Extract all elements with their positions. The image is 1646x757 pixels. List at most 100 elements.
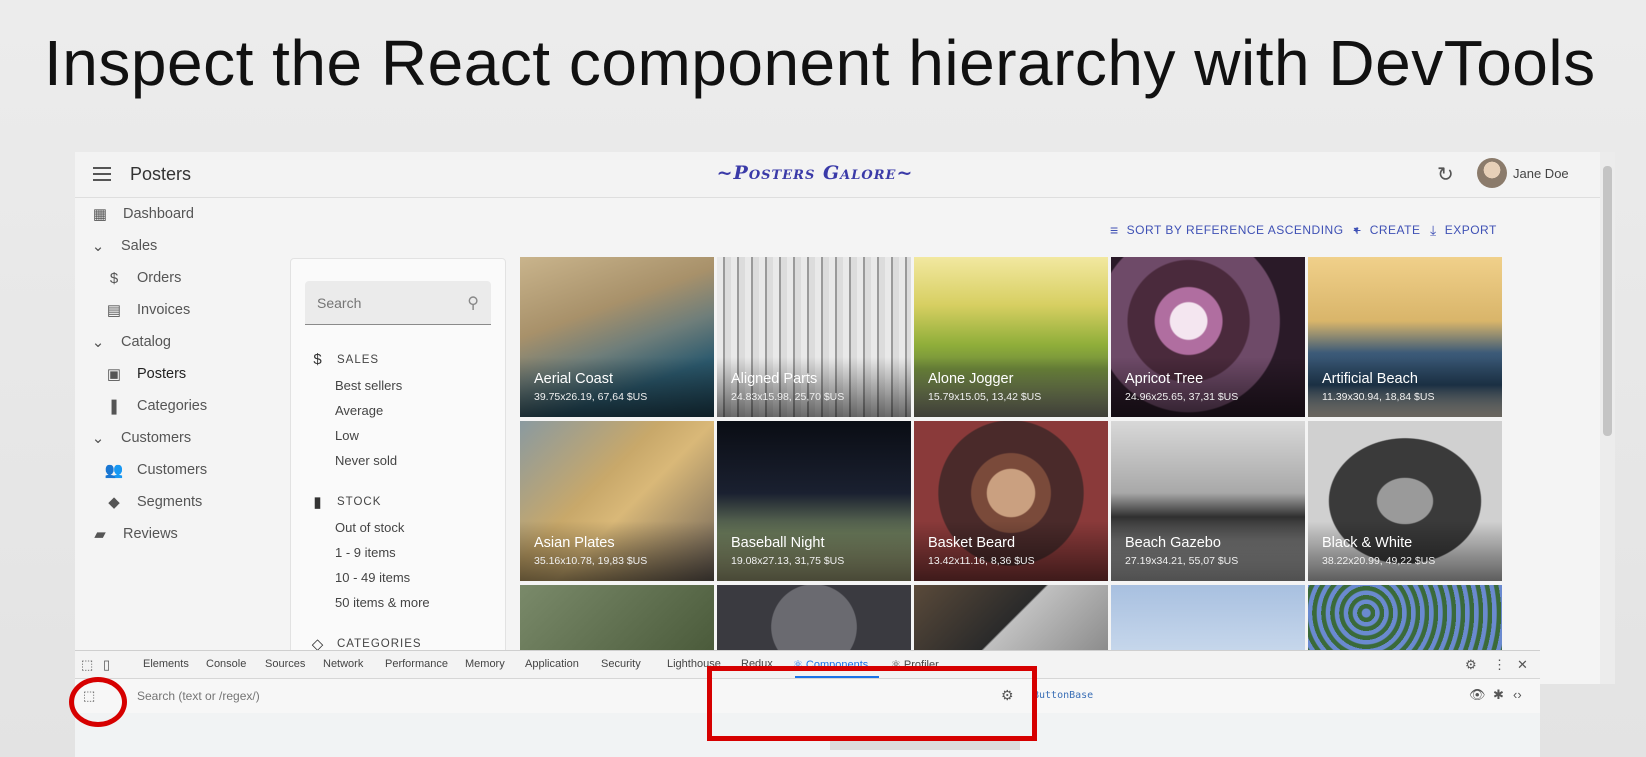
user-name[interactable]: Jane Doe <box>1513 166 1569 181</box>
sort-button[interactable]: ≡ SORT BY REFERENCE ASCENDING ▾ <box>1110 220 1359 240</box>
poster-tile[interactable] <box>717 585 911 655</box>
inspect-element-icon[interactable]: ⬚ <box>81 657 93 673</box>
poster-meta: 11.39x30.94, 18,84 $US <box>1322 391 1435 403</box>
sidebar-item-label: Segments <box>137 494 203 510</box>
sidebar-item-dashboard[interactable]: ▦ Dashboard <box>89 200 194 228</box>
create-button[interactable]: + CREATE <box>1353 220 1420 240</box>
filter-item[interactable]: Low <box>335 428 359 443</box>
avatar[interactable] <box>1477 158 1507 188</box>
device-toolbar-icon[interactable]: ▯ <box>103 657 110 673</box>
sidebar-item-label: Sales <box>121 238 158 254</box>
bar-chart-icon: ▮ <box>313 494 323 511</box>
filter-item[interactable]: Best sellers <box>335 378 402 393</box>
dollar-icon: $ <box>109 269 119 287</box>
invoice-icon: ▤ <box>106 302 122 319</box>
poster-meta: 13.42x11.16, 8,36 $US <box>928 555 1035 567</box>
sidebar-item-label: Customers <box>137 462 208 478</box>
poster-meta: 38.22x20.99, 49,22 $US <box>1322 555 1436 567</box>
poster-tile[interactable]: Black & White 38.22x20.99, 49,22 $US <box>1308 421 1502 581</box>
tab-application[interactable]: Application <box>525 658 579 670</box>
poster-tile[interactable] <box>1308 585 1502 655</box>
settings-icon[interactable]: ⚙ <box>1465 657 1477 673</box>
poster-name: Aligned Parts <box>731 371 818 387</box>
poster-name: Beach Gazebo <box>1125 535 1221 551</box>
poster-tile[interactable]: Aerial Coast 39.75x26.19, 67,64 $US <box>520 257 714 417</box>
tab-network[interactable]: Network <box>323 658 363 670</box>
poster-tile[interactable]: Beach Gazebo 27.19x34.21, 55,07 $US <box>1111 421 1305 581</box>
sidebar-item-orders[interactable]: $ Orders <box>103 264 182 292</box>
poster-tile[interactable]: Aligned Parts 24.83x15.98, 25,70 $US <box>717 257 911 417</box>
sidebar-item-label: Catalog <box>121 334 171 350</box>
app-bar: Posters ~Posters Galore~ ↻ Jane Doe <box>75 152 1600 198</box>
poster-tile[interactable] <box>914 585 1108 655</box>
poster-name: Black & White <box>1322 535 1413 551</box>
tab-memory[interactable]: Memory <box>465 658 505 670</box>
label-icon: ◆ <box>108 494 120 511</box>
menu-icon[interactable] <box>93 167 111 181</box>
sidebar-item-posters[interactable]: ▣ Posters <box>103 360 186 388</box>
component-tree-row <box>830 740 1020 750</box>
poster-meta: 39.75x26.19, 67,64 $US <box>534 391 648 403</box>
chevron-down-icon: ⌄ <box>91 238 105 255</box>
bug-icon[interactable]: ✱ <box>1493 687 1504 703</box>
tab-security[interactable]: Security <box>601 658 641 670</box>
view-source-icon[interactable]: ‹› <box>1513 687 1522 702</box>
sidebar-item-reviews[interactable]: ▰ Reviews <box>89 520 178 548</box>
sidebar-item-label: Reviews <box>123 526 178 542</box>
poster-tile[interactable] <box>520 585 714 655</box>
filter-item[interactable]: 10 - 49 items <box>335 570 410 585</box>
poster-tile[interactable]: Artificial Beach 11.39x30.94, 18,84 $US <box>1308 257 1502 417</box>
refresh-icon[interactable]: ↻ <box>1437 162 1454 187</box>
sidebar-group-sales[interactable]: ⌄ Sales <box>87 232 158 260</box>
slide-title: Inspect the React component hierarchy wi… <box>44 27 1596 99</box>
filter-item[interactable]: Out of stock <box>335 520 404 535</box>
dashboard-icon: ▦ <box>92 206 108 223</box>
poster-meta: 19.08x27.13, 31,75 $US <box>731 555 845 567</box>
scrollbar-thumb[interactable] <box>1603 166 1612 436</box>
sidebar-group-catalog[interactable]: ⌄ Catalog <box>87 328 171 356</box>
poster-tile[interactable]: Asian Plates 35.16x10.78, 19,83 $US <box>520 421 714 581</box>
more-options-icon[interactable]: ⋮ <box>1493 657 1506 673</box>
dollar-icon: $ <box>313 351 323 368</box>
poster-meta: 24.96x25.65, 37,31 $US <box>1125 391 1239 403</box>
tab-sources[interactable]: Sources <box>265 658 305 670</box>
tab-performance[interactable]: Performance <box>385 658 448 670</box>
sort-icon: ≡ <box>1110 222 1119 238</box>
filter-item[interactable]: Average <box>335 403 383 418</box>
poster-tile[interactable] <box>1111 585 1305 655</box>
poster-tile[interactable]: Basket Beard 13.42x11.16, 8,36 $US <box>914 421 1108 581</box>
poster-name: Aerial Coast <box>534 371 613 387</box>
poster-meta: 35.16x10.78, 19,83 $US <box>534 555 648 567</box>
poster-tile[interactable]: Apricot Tree 24.96x25.65, 37,31 $US <box>1111 257 1305 417</box>
sidebar-item-invoices[interactable]: ▤ Invoices <box>103 296 190 324</box>
sidebar-item-label: Dashboard <box>123 206 194 222</box>
tab-console[interactable]: Console <box>206 658 246 670</box>
sidebar-item-label: Customers <box>121 430 192 446</box>
poster-tile[interactable]: Alone Jogger 15.79x15.05, 13,42 $US <box>914 257 1108 417</box>
image-icon: ▣ <box>106 366 122 383</box>
filter-item[interactable]: Never sold <box>335 453 397 468</box>
sidebar-item-segments[interactable]: ◆ Segments <box>103 488 202 516</box>
tab-elements[interactable]: Elements <box>143 658 189 670</box>
search-icon: ⚲ <box>467 295 479 312</box>
close-icon[interactable]: ✕ <box>1517 657 1528 673</box>
download-icon: ⤓ <box>1430 221 1437 238</box>
poster-tile[interactable]: Baseball Night 19.08x27.13, 31,75 $US <box>717 421 911 581</box>
eye-icon[interactable]: 👁 <box>1469 687 1486 703</box>
brand-logo: ~Posters Galore~ <box>716 162 914 184</box>
filter-item[interactable]: 1 - 9 items <box>335 545 396 560</box>
sidebar-item-customers[interactable]: 👥 Customers <box>103 456 207 484</box>
sidebar-item-label: Posters <box>137 366 187 382</box>
export-button[interactable]: ⤓ EXPORT <box>1430 220 1497 240</box>
poster-name: Baseball Night <box>731 535 825 551</box>
poster-meta: 27.19x34.21, 55,07 $US <box>1125 555 1239 567</box>
filter-sidebar: ⚲ $ SALES Best sellers Average Low Never… <box>290 258 506 684</box>
sidebar-group-customers[interactable]: ⌄ Customers <box>87 424 191 452</box>
highlight-circle <box>69 677 127 727</box>
filter-item[interactable]: 50 items & more <box>335 595 430 610</box>
component-search-input[interactable] <box>137 689 657 703</box>
filter-search[interactable]: ⚲ <box>305 281 491 325</box>
scrollbar[interactable] <box>1600 152 1615 684</box>
search-input[interactable] <box>317 295 457 311</box>
sidebar-item-categories[interactable]: ❚ Categories <box>103 392 207 420</box>
